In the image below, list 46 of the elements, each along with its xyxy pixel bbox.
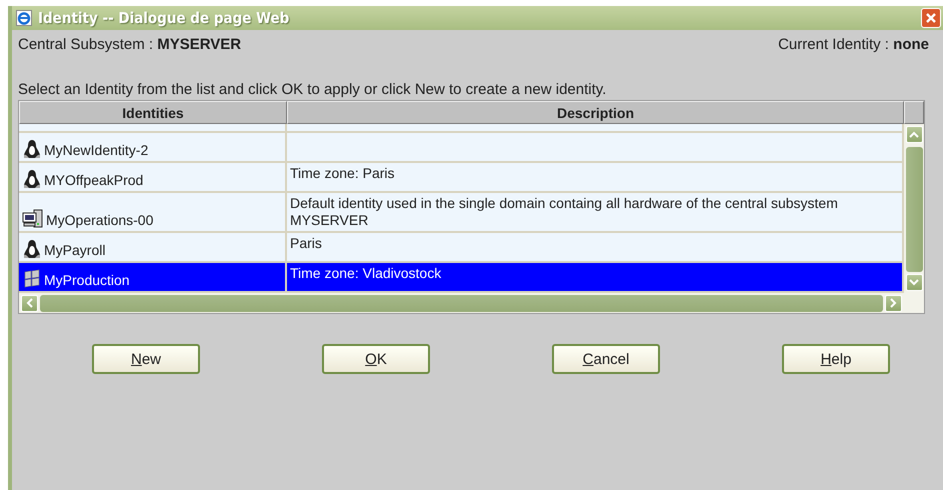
dialog-button[interactable]: OK bbox=[322, 344, 430, 374]
left-caret-icon bbox=[26, 298, 33, 308]
column-header-blank bbox=[904, 101, 924, 124]
column-header[interactable]: Description bbox=[287, 101, 904, 124]
scroll-up-button[interactable] bbox=[906, 126, 922, 143]
current-identity-text: Current Identity : none bbox=[778, 36, 929, 53]
scroll-left-button[interactable] bbox=[21, 294, 38, 312]
identity-name: MyProduction bbox=[44, 272, 130, 289]
scrollbar-thumb[interactable] bbox=[906, 147, 922, 272]
right-caret-icon bbox=[890, 298, 897, 308]
scroll-right-button[interactable] bbox=[885, 294, 902, 312]
identity-name: MyPayroll bbox=[44, 242, 106, 259]
description-text: Paris bbox=[290, 235, 322, 252]
four-pane-flag-icon bbox=[22, 269, 42, 289]
penguin-icon bbox=[22, 239, 42, 259]
dialog-button[interactable]: New bbox=[92, 344, 200, 374]
description-text: Default identity used in the single domain containg all hardware of the central subsystem MYSERVER bbox=[290, 195, 839, 229]
subsystem-text: Central Subsystem : MYSERVER bbox=[18, 36, 242, 53]
identity-cell[interactable]: MyPayroll bbox=[19, 233, 287, 263]
up-caret-icon bbox=[909, 131, 919, 138]
identity-cell[interactable]: MyOperations-00 bbox=[19, 193, 287, 233]
identity-name: MyNewIdentity-2 bbox=[44, 142, 148, 159]
identity-cell[interactable]: MyProduction bbox=[19, 263, 287, 293]
close-icon bbox=[925, 12, 937, 24]
description-text: Time zone: Paris bbox=[290, 165, 395, 182]
penguin-icon bbox=[22, 139, 42, 159]
horizontal-scrollbar[interactable] bbox=[19, 293, 904, 313]
identity-name: MyOperations-00 bbox=[46, 212, 154, 229]
vertical-scrollbar[interactable] bbox=[904, 124, 924, 293]
description-text: Time zone: Vladivostock bbox=[290, 265, 442, 282]
down-caret-icon bbox=[909, 279, 919, 286]
computer-icon bbox=[22, 209, 44, 229]
identity-name: MYOffpeakProd bbox=[44, 172, 144, 189]
scrollbar-thumb[interactable] bbox=[40, 294, 883, 312]
dialog-button[interactable]: Cancel bbox=[552, 344, 660, 374]
scroll-down-button[interactable] bbox=[906, 274, 922, 291]
penguin-icon bbox=[22, 169, 42, 189]
identity-cell[interactable]: MYOffpeakProd bbox=[19, 163, 287, 193]
scrollbar-corner bbox=[904, 293, 924, 313]
dialog-button[interactable]: Help bbox=[782, 344, 890, 374]
column-header[interactable]: Identities bbox=[19, 101, 287, 124]
browser-e-icon bbox=[16, 10, 32, 26]
identity-cell[interactable]: MyNewIdentity-2 bbox=[19, 133, 287, 163]
window-title: Identity -- Dialogue de page Web bbox=[38, 9, 290, 27]
close-button[interactable] bbox=[921, 8, 941, 28]
instruction-text: Select an Identity from the list and click OK to apply or click New to create a new identity. bbox=[18, 81, 608, 98]
